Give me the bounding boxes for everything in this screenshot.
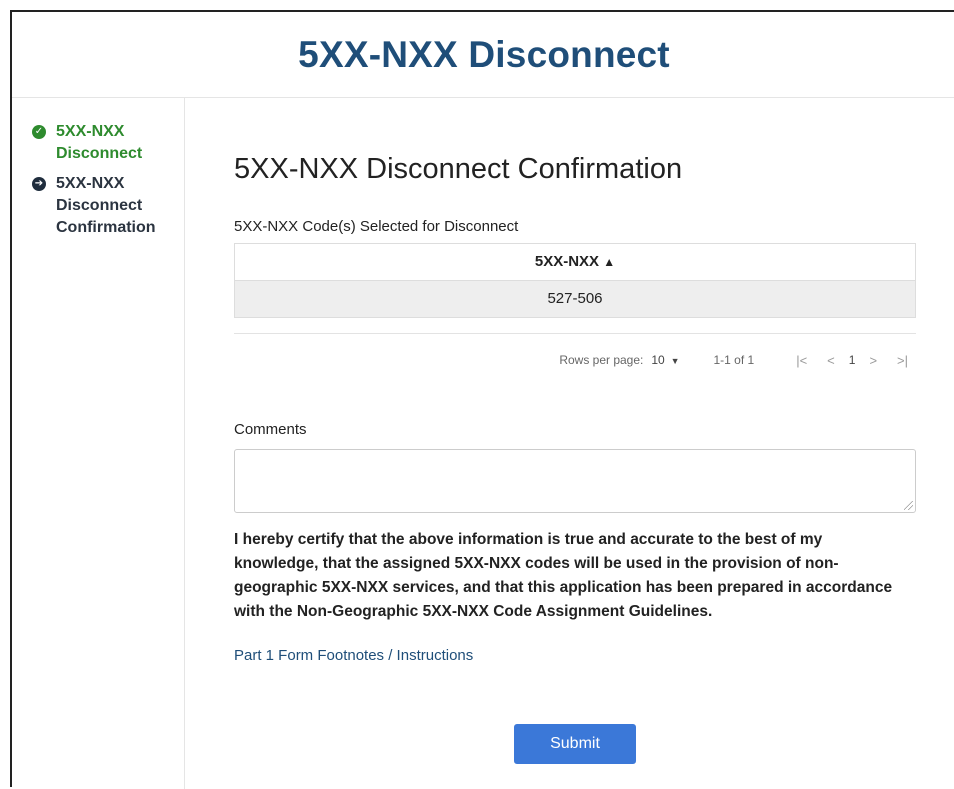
first-page-icon[interactable]: |< [796, 353, 807, 368]
page-title: 5XX-NXX Disconnect Confirmation [234, 153, 683, 185]
comments-label: Comments [234, 421, 307, 438]
rows-per-page-select[interactable]: 10 ▼ [651, 353, 679, 367]
codes-selected-label: 5XX-NXX Code(s) Selected for Disconnect [234, 218, 519, 235]
table-row: 527-506 [235, 281, 915, 317]
pagination-bar: Rows per page: 10 ▼ 1-1 of 1 |< < 1 > >| [559, 350, 916, 370]
column-header-5xx-nxx[interactable]: 5XX-NXX ▲ [235, 244, 915, 281]
check-circle-icon: ✓ [32, 125, 46, 139]
resize-grip-icon[interactable] [904, 501, 913, 510]
sort-ascending-icon: ▲ [603, 255, 616, 269]
column-header-label: 5XX-NXX [534, 253, 600, 270]
rows-per-page-value: 10 [651, 353, 665, 367]
last-page-icon[interactable]: >| [897, 353, 908, 368]
rows-per-page-label: Rows per page: [559, 353, 644, 367]
step-disconnect-label: 5XX-NXX Disconnect [56, 123, 143, 162]
divider [234, 333, 916, 334]
pagination-range: 1-1 of 1 [713, 353, 755, 367]
page-header: 5XX-NXX Disconnect [12, 12, 954, 98]
submit-button[interactable]: Submit [514, 724, 636, 764]
arrow-circle-icon: ➔ [32, 177, 46, 191]
form-footnotes-link[interactable]: Part 1 Form Footnotes / Instructions [234, 647, 473, 664]
previous-page-icon[interactable]: < [827, 353, 835, 368]
app-frame: 5XX-NXX Disconnect ✓ 5XX-NXX Disconnect … [10, 10, 954, 789]
step-confirmation-label: 5XX-NXX Disconnect Confirmation [56, 175, 156, 236]
caret-down-icon: ▼ [668, 356, 680, 366]
next-page-icon[interactable]: > [869, 353, 877, 368]
comments-textarea[interactable] [234, 449, 916, 513]
page-header-title: 5XX-NXX Disconnect [298, 34, 670, 75]
current-page-number: 1 [848, 353, 856, 367]
certification-statement: I hereby certify that the above informat… [234, 531, 893, 620]
codes-table: 5XX-NXX ▲ 527-506 [234, 243, 916, 318]
stepper-sidebar: ✓ 5XX-NXX Disconnect ➔ 5XX-NXX Disconnec… [12, 98, 185, 789]
